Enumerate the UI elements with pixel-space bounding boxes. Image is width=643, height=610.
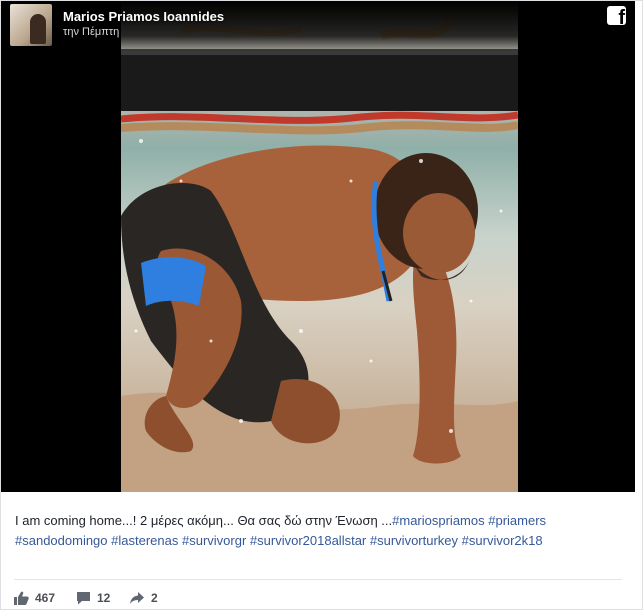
caption-text: I am coming home...! 2 μέρες ακόμη... Θα… (15, 513, 393, 528)
comment-stat[interactable]: 12 (76, 588, 110, 608)
post-photo[interactable] (121, 1, 518, 492)
photo-scene (121, 17, 518, 492)
post-caption: I am coming home...! 2 μέρες ακόμη... Θα… (15, 511, 615, 551)
facebook-post: Marios Priamos Ioannides την Πέμπτη f I … (0, 0, 643, 610)
comment-icon (77, 592, 90, 605)
share-icon (130, 592, 144, 604)
hashtag-link[interactable]: #survivor2018allstar (250, 533, 366, 548)
hashtag-link[interactable]: #priamers (488, 513, 546, 528)
comment-count: 12 (97, 591, 111, 605)
hashtag-link[interactable]: #survivor2k18 (462, 533, 543, 548)
post-media[interactable]: Marios Priamos Ioannides την Πέμπτη f (1, 1, 635, 492)
hashtag-link[interactable]: #survivorgr (182, 533, 246, 548)
hashtag-link[interactable]: #lasterenas (111, 533, 178, 548)
avatar-figure (30, 14, 46, 44)
author-avatar[interactable] (10, 4, 52, 46)
hashtag-link[interactable]: #mariospriamos (392, 513, 484, 528)
like-count: 467 (35, 591, 56, 605)
share-stat[interactable]: 2 (129, 588, 158, 608)
post-header: Marios Priamos Ioannides την Πέμπτη f (1, 1, 635, 51)
author-name[interactable]: Marios Priamos Ioannides (63, 9, 224, 24)
share-count: 2 (151, 591, 158, 605)
divider (14, 579, 622, 580)
like-stat[interactable]: 467 (14, 588, 55, 608)
like-icon (14, 591, 29, 605)
hashtag-link[interactable]: #sandodomingo (15, 533, 108, 548)
hashtag-link[interactable]: #survivorturkey (370, 533, 458, 548)
post-timestamp[interactable]: την Πέμπτη (63, 26, 119, 38)
facebook-icon[interactable]: f (607, 6, 626, 25)
